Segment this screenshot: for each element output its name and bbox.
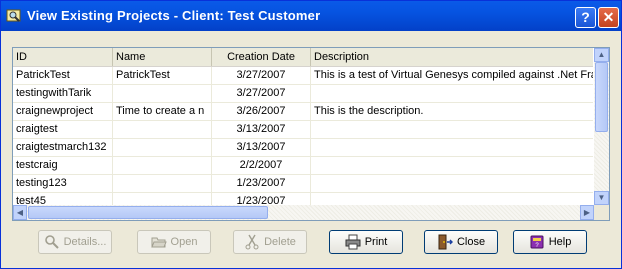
cell-id: craigtestmarch132 [13,139,113,156]
cell-description [311,85,593,102]
cell-description: This is the description. [314,105,424,117]
cell-description [311,121,593,138]
scroll-left-arrow[interactable]: ◀ [13,205,27,220]
cell-date: 3/27/2007 [212,85,311,102]
close-button-label: Close [456,236,486,248]
magnifier-window-icon [6,8,22,24]
horizontal-scroll-thumb[interactable] [28,206,268,219]
cell-description [311,175,593,192]
table-row[interactable]: craigtest 3/13/2007 [13,121,593,139]
column-header-name[interactable]: Name [113,48,212,66]
title-help-button[interactable]: ? [575,7,596,28]
column-header-creation-date[interactable]: Creation Date [212,48,311,66]
cell-id: craignewproject [13,103,113,120]
table-row[interactable]: testing123 1/23/2007 [13,175,593,193]
scissors-icon [244,234,260,250]
scroll-right-arrow[interactable]: ▶ [580,205,594,220]
table-row[interactable]: craignewproject Time to create a n 3/26/… [13,103,593,121]
scroll-down-arrow[interactable]: ▼ [594,191,609,205]
print-button[interactable]: Print [329,230,403,254]
cell-id: testing123 [13,175,113,192]
cell-date: 2/2/2007 [212,157,311,174]
help-book-icon: ? [529,234,545,250]
help-button-label: Help [548,236,572,248]
table-row[interactable]: testcraig 2/2/2007 [13,157,593,175]
window-title: View Existing Projects - Client: Test Cu… [27,8,321,23]
cell-date: 3/27/2007 [212,67,311,84]
delete-button-label: Delete [264,236,296,248]
cell-id: craigtest [13,121,113,138]
cell-name: PatrickTest [113,67,212,84]
open-button-label: Open [170,236,198,248]
cell-date: 3/13/2007 [212,139,311,156]
printer-icon [345,234,361,250]
cell-name [113,175,212,192]
table-row[interactable]: testingwithTarik 3/27/2007 [13,85,593,103]
delete-button[interactable]: Delete [233,230,307,254]
cell-name [113,85,212,102]
details-button-label: Details... [63,236,107,248]
open-button[interactable]: Open [137,230,211,254]
cell-id: PatrickTest [13,67,113,84]
cell-name [113,121,212,138]
magnifier-icon [44,234,60,250]
open-folder-icon [150,234,167,250]
scrollbar-corner [594,205,609,220]
close-button[interactable]: Close [424,230,498,254]
print-button-label: Print [364,236,388,248]
dialog-window: View Existing Projects - Client: Test Cu… [0,0,622,269]
cell-id: testcraig [13,157,113,174]
cell-id: testingwithTarik [13,85,113,102]
vertical-scrollbar[interactable]: ▲ ▼ [594,48,609,205]
list-rows: PatrickTest PatrickTest 3/27/2007 This i… [13,67,593,211]
cell-description [311,157,593,174]
cell-name [113,157,212,174]
door-exit-icon [437,234,453,250]
title-bar[interactable]: View Existing Projects - Client: Test Cu… [1,1,621,31]
cell-date: 3/13/2007 [212,121,311,138]
cell-description [311,139,593,156]
projects-list: ID Name Creation Date Description Patric… [12,47,610,221]
cell-date: 1/23/2007 [212,175,311,192]
cell-date: 3/26/2007 [212,103,311,120]
column-header-id[interactable]: ID [13,48,113,66]
list-header: ID Name Creation Date Description [13,48,593,67]
column-header-description[interactable]: Description [311,48,593,66]
scroll-up-arrow[interactable]: ▲ [594,48,609,62]
title-close-button[interactable]: ✕ [598,7,619,28]
vertical-scroll-thumb[interactable] [595,62,608,132]
cell-name: Time to create a n [113,103,212,120]
details-button[interactable]: Details... [38,230,112,254]
cell-description: This is a test of Virtual Genesys compil… [314,69,593,81]
help-button[interactable]: ? Help [513,230,587,254]
table-row[interactable]: PatrickTest PatrickTest 3/27/2007 This i… [13,67,593,85]
table-row[interactable]: craigtestmarch132 3/13/2007 [13,139,593,157]
horizontal-scrollbar[interactable]: ◀ ▶ [13,205,594,220]
cell-name [113,139,212,156]
